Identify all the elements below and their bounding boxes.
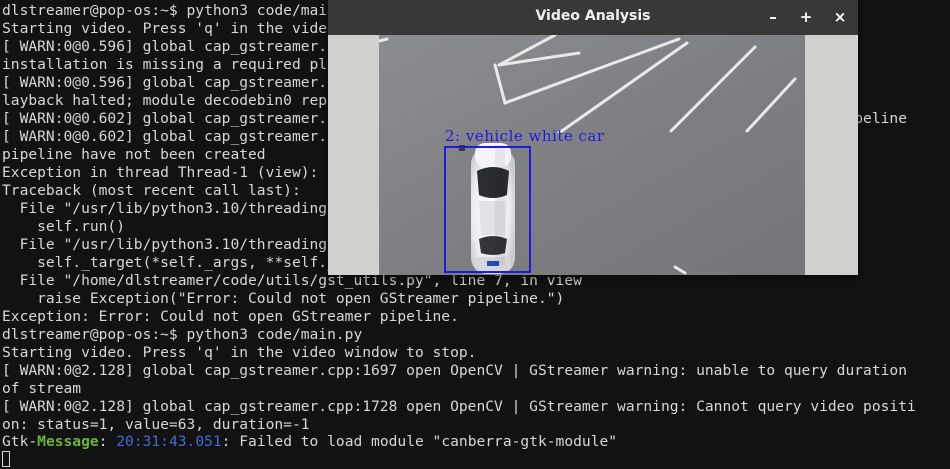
gtk-prefix: Gtk- xyxy=(2,433,38,450)
maximize-icon: + xyxy=(799,8,813,26)
terminal-cursor xyxy=(2,451,10,467)
terminal-line: on: status=1, value=63, duration=-1 xyxy=(2,416,310,433)
terminal-line: dlstreamer@pop-os:~$ python3 code/main.p… xyxy=(2,326,363,343)
detection-label: 2: vehicle white car xyxy=(445,127,605,145)
gtk-timestamp: 20:31:43.051 xyxy=(116,433,222,450)
video-analysis-window[interactable]: Video Analysis – + × 2: vehicle white ca… xyxy=(328,0,858,275)
window-titlebar[interactable]: Video Analysis – + × xyxy=(328,0,858,35)
terminal-line: of stream xyxy=(2,380,82,397)
terminal-line: [ WARN:0@2.128] global cap_gstreamer.cpp… xyxy=(2,362,907,379)
close-button[interactable]: × xyxy=(830,7,850,27)
parking-lot-image xyxy=(379,35,805,275)
terminal-line: Starting video. Press 'q' in the video w… xyxy=(2,344,477,361)
terminal-line: raise Exception("Error: Could not open G… xyxy=(2,290,565,307)
gtk-message-label: Message xyxy=(37,433,99,450)
gtk-message-text: : Failed to load module "canberra-gtk-mo… xyxy=(221,433,618,450)
gtk-message-line: Gtk-Message: 20:31:43.051: Failed to loa… xyxy=(2,433,948,451)
terminal-line: [ WARN:0@2.128] global cap_gstreamer.cpp… xyxy=(2,398,916,415)
terminal-line: Exception: Error: Could not open GStream… xyxy=(2,308,459,325)
minimize-button[interactable]: – xyxy=(763,7,783,27)
video-frame: 2: vehicle white car xyxy=(379,35,805,275)
maximize-button[interactable]: + xyxy=(796,7,816,27)
minimize-icon: – xyxy=(769,8,777,26)
close-icon: × xyxy=(833,8,847,26)
gtk-colon: : xyxy=(98,433,117,450)
video-area: 2: vehicle white car xyxy=(328,35,858,275)
